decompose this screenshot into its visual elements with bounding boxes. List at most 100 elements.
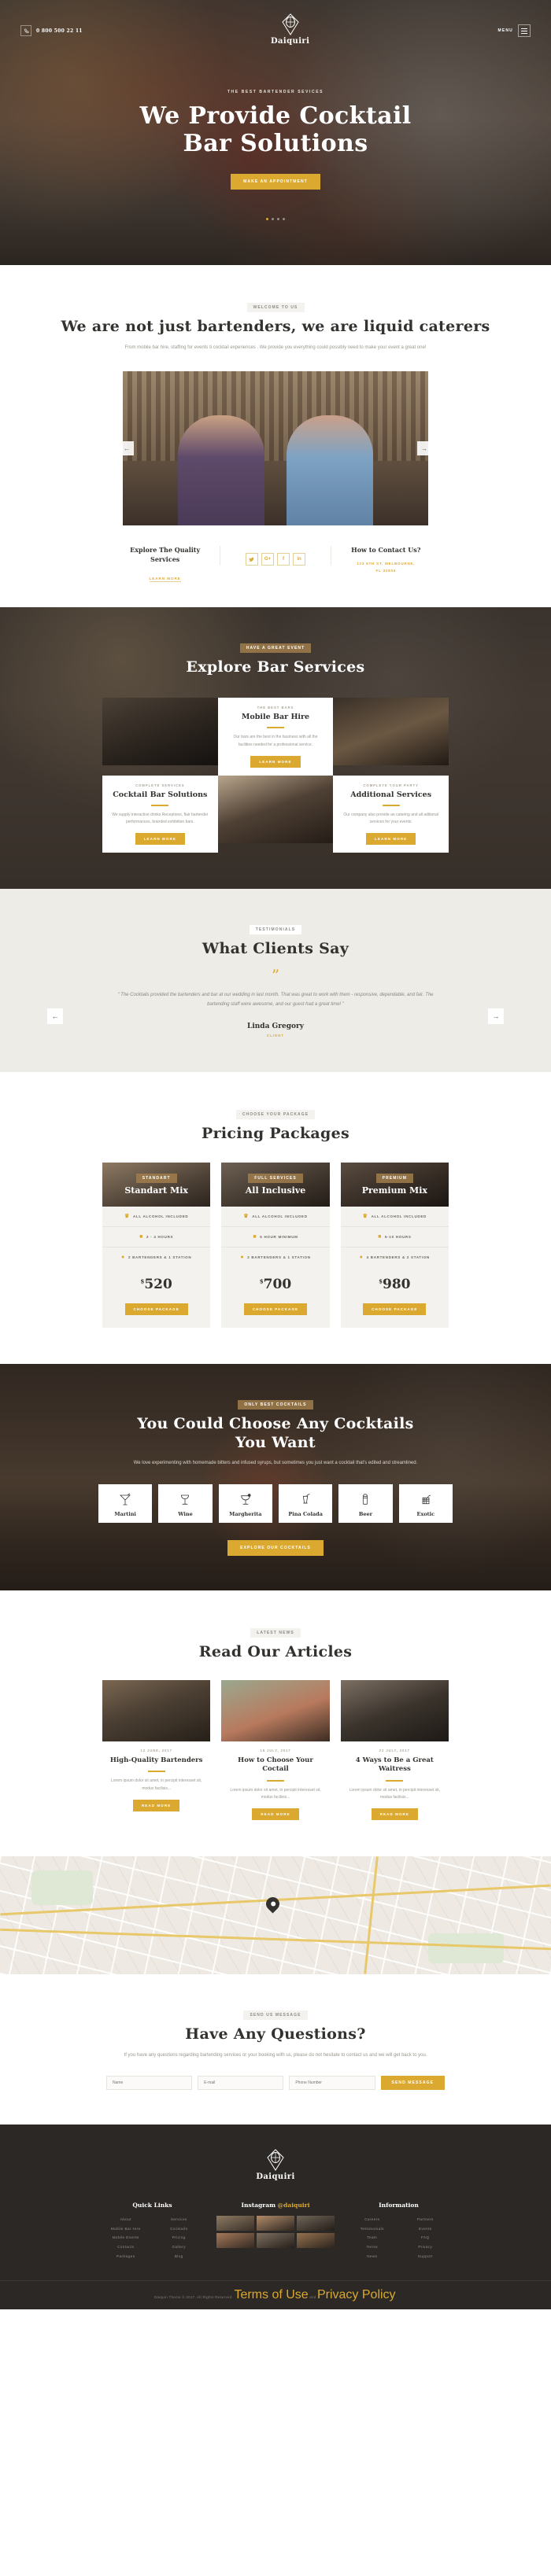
header-phone[interactable]: 0 800 500 22 11 bbox=[20, 25, 83, 36]
hero-cta-button[interactable]: MAKE AN APPOINTMENT bbox=[231, 173, 320, 190]
blog-post-image bbox=[221, 1680, 330, 1742]
cocktail-item-pina-colada[interactable]: Pina Colada bbox=[279, 1483, 333, 1523]
pricing-name: Premium Mix bbox=[361, 1185, 427, 1196]
facebook-icon[interactable]: f bbox=[276, 553, 290, 566]
location-map[interactable] bbox=[0, 1856, 551, 1974]
cocktail-item-exotic[interactable]: Exotic bbox=[398, 1483, 453, 1523]
pricing-title: Pricing Packages bbox=[201, 1125, 350, 1143]
footer-link[interactable]: Blog bbox=[155, 2253, 202, 2261]
blog-post-card[interactable]: 12 JUNE, 2017 High-Quality Bartenders Lo… bbox=[102, 1680, 211, 1820]
instagram-thumb[interactable] bbox=[256, 2233, 294, 2249]
footer-link[interactable]: FAQ bbox=[402, 2234, 449, 2242]
about-contact-column: How to Contact Us? 123 6TH ST. MELBOURNE… bbox=[331, 546, 441, 574]
hero-dot-1[interactable] bbox=[266, 217, 268, 220]
blog-post-title[interactable]: 4 Ways to Be a Great Waitress bbox=[346, 1756, 444, 1774]
cocktail-item-beer[interactable]: Beer bbox=[338, 1483, 393, 1523]
linkedin-icon[interactable]: in bbox=[292, 553, 305, 566]
footer-link[interactable]: Events bbox=[402, 2225, 449, 2233]
footer-link[interactable]: Terms bbox=[349, 2243, 395, 2251]
hero-dot-3[interactable] bbox=[277, 217, 279, 220]
hero-dot-2[interactable] bbox=[272, 217, 274, 220]
hero-slider-dots[interactable] bbox=[0, 217, 551, 220]
name-input[interactable] bbox=[106, 2076, 193, 2091]
blog-post-title[interactable]: High-Quality Bartenders bbox=[107, 1756, 205, 1765]
menu-toggle[interactable]: MENU bbox=[497, 24, 531, 37]
footer-link[interactable]: Privacy bbox=[402, 2243, 449, 2251]
privacy-link[interactable]: Privacy Policy bbox=[317, 2288, 396, 2301]
cocktail-item-margherita[interactable]: Margherita bbox=[218, 1483, 272, 1523]
phone-number[interactable]: 0 800 500 22 11 bbox=[36, 28, 83, 34]
hero-title-line2: Bar Solutions bbox=[183, 130, 368, 158]
google-plus-icon[interactable]: G+ bbox=[261, 553, 274, 566]
blog-post-image bbox=[102, 1680, 211, 1742]
footer-link[interactable]: Services bbox=[155, 2216, 202, 2224]
pricing-feature: ● 4 BARTENDERS & 2 STATION bbox=[341, 1247, 449, 1267]
about-next-button[interactable]: → bbox=[417, 441, 428, 456]
service-learn-more-button[interactable]: LEARN MORE bbox=[135, 833, 185, 846]
hamburger-icon[interactable] bbox=[518, 24, 531, 37]
blog-post-date: 15 JULY, 2017 bbox=[260, 1749, 291, 1753]
footer-link[interactable]: News bbox=[349, 2253, 395, 2261]
footer-link[interactable]: Gallery bbox=[155, 2243, 202, 2251]
testimonials-next-button[interactable]: → bbox=[488, 1008, 504, 1025]
blog-post-card[interactable]: 15 JULY, 2017 How to Choose Your Coctail… bbox=[221, 1680, 330, 1820]
footer-link[interactable]: Cocktails bbox=[155, 2225, 202, 2233]
service-text: Our company also provide an catering and… bbox=[343, 812, 438, 825]
cocktail-label: Beer bbox=[358, 1510, 373, 1517]
footer-link[interactable]: Team bbox=[349, 2234, 395, 2242]
footer-logo[interactable]: Daiquiri bbox=[0, 2148, 551, 2181]
instagram-thumb[interactable] bbox=[216, 2233, 254, 2249]
blog-post-card[interactable]: 22 JULY, 2017 4 Ways to Be a Great Waitr… bbox=[340, 1680, 449, 1820]
terms-link[interactable]: Terms of Use bbox=[234, 2288, 308, 2301]
testimonials-prev-button[interactable]: ← bbox=[47, 1008, 63, 1025]
service-learn-more-button[interactable]: LEARN MORE bbox=[366, 833, 416, 846]
footer-link[interactable]: Packages bbox=[102, 2253, 149, 2261]
about-learn-more-link[interactable]: LEARN MORE bbox=[149, 577, 181, 583]
choose-package-button[interactable]: CHOOSE PACKAGE bbox=[124, 1303, 188, 1315]
service-learn-more-button[interactable]: LEARN MORE bbox=[250, 755, 301, 768]
footer-information: Information Careers Partners Testimonial… bbox=[349, 2202, 449, 2260]
hero-dot-4[interactable] bbox=[283, 217, 285, 220]
blog-read-more-button[interactable]: READ MORE bbox=[371, 1808, 419, 1820]
cocktail-item-martini[interactable]: Martini bbox=[98, 1483, 153, 1523]
explore-cocktails-button[interactable]: EXPLORE OUR COCKTAILS bbox=[227, 1539, 324, 1556]
instagram-thumb[interactable] bbox=[297, 2216, 335, 2231]
blog-post-excerpt: Lorem ipsum dolor sit amet, in percipit … bbox=[230, 1787, 321, 1800]
cocktail-icon: ● bbox=[121, 1254, 125, 1260]
footer-link[interactable]: Testimonials bbox=[349, 2225, 395, 2233]
footer-link[interactable]: Mobile Bar Hire bbox=[102, 2225, 149, 2233]
footer-link[interactable]: Contacts bbox=[102, 2243, 149, 2251]
footer-link[interactable]: Support bbox=[402, 2253, 449, 2261]
footer-instagram-handle[interactable]: @daiquiri bbox=[278, 2202, 310, 2209]
pricing-feature-label: 4 BARTENDERS & 2 STATION bbox=[366, 1255, 430, 1259]
email-input[interactable] bbox=[198, 2076, 284, 2091]
footer-link[interactable]: About bbox=[102, 2216, 149, 2224]
cocktail-item-wine[interactable]: Wine bbox=[158, 1483, 213, 1523]
instagram-thumb[interactable] bbox=[297, 2233, 335, 2249]
choose-package-button[interactable]: CHOOSE PACKAGE bbox=[363, 1303, 427, 1315]
instagram-thumb[interactable] bbox=[256, 2216, 294, 2231]
blog-post-title[interactable]: How to Choose Your Coctail bbox=[226, 1756, 324, 1774]
send-message-button[interactable]: SEND MESSAGE bbox=[380, 2076, 446, 2091]
twitter-icon[interactable] bbox=[245, 553, 258, 566]
cocktails-title: You Could Choose Any Cocktails You Want bbox=[0, 1415, 551, 1453]
blog-read-more-button[interactable]: READ MORE bbox=[132, 1799, 180, 1811]
instagram-thumb[interactable] bbox=[216, 2216, 254, 2231]
footer-link[interactable]: Pricing bbox=[155, 2234, 202, 2242]
choose-package-button[interactable]: CHOOSE PACKAGE bbox=[243, 1303, 308, 1315]
testimonial-quote: “ The Cocktails provided the bartenders … bbox=[117, 992, 434, 1008]
footer-link[interactable]: Careers bbox=[349, 2216, 395, 2224]
instagram-thumbnails bbox=[216, 2216, 335, 2249]
contact-form: SEND MESSAGE bbox=[106, 2076, 446, 2091]
calendar-icon: ■ bbox=[378, 1233, 383, 1240]
about-prev-button[interactable]: ← bbox=[123, 441, 134, 456]
pricing-feature: ● 2 BARTENDERS & 1 STATION bbox=[221, 1247, 329, 1267]
pricing-card-premium-mix: PREMIUM Premium Mix ♛ ALL ALCOHOL INCLUD… bbox=[340, 1162, 449, 1328]
contact-title: Have Any Questions? bbox=[185, 2025, 366, 2043]
footer-link[interactable]: Partners bbox=[402, 2216, 449, 2224]
footer-link[interactable]: Mobile Events bbox=[102, 2234, 149, 2242]
phone-input[interactable] bbox=[289, 2076, 375, 2091]
blog-read-more-button[interactable]: READ MORE bbox=[252, 1808, 299, 1820]
cocktail-label: Margherita bbox=[229, 1510, 262, 1517]
site-logo[interactable]: Daiquiri bbox=[271, 13, 309, 46]
